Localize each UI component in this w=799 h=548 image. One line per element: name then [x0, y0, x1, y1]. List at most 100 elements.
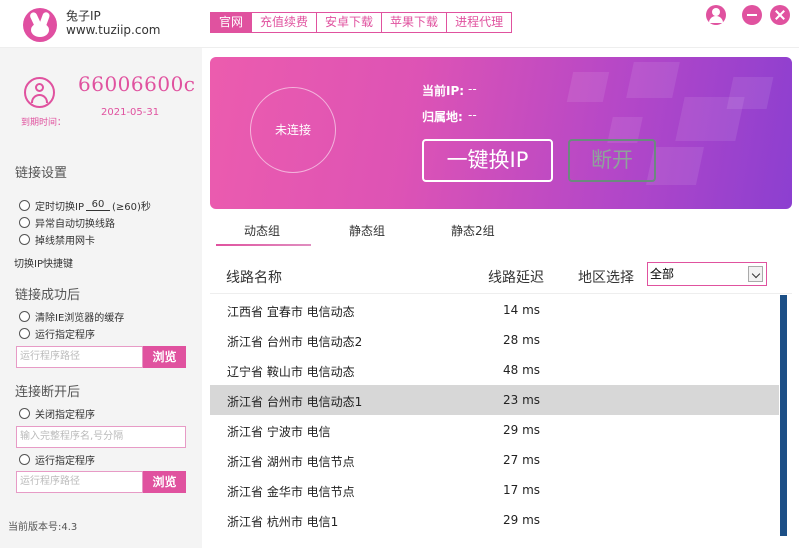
location-value: --	[468, 108, 477, 122]
table-row[interactable]: 浙江省 宁波市 电信 29 ms	[210, 415, 780, 445]
user-icon[interactable]	[706, 5, 726, 25]
line-latency: 17 ms	[503, 483, 541, 497]
col-line-name: 线路名称	[226, 270, 282, 286]
table-row[interactable]: 浙江省 湖州市 电信节点 27 ms	[210, 445, 780, 475]
line-name: 浙江省 杭州市 电信1	[227, 515, 339, 529]
run-program-radio[interactable]	[19, 327, 30, 339]
line-name: 浙江省 湖州市 电信节点	[227, 455, 355, 469]
table-row[interactable]: 浙江省 台州市 电信动态2 28 ms	[210, 325, 780, 355]
timed-switch-option[interactable]: 定时切换IP 60 (≥60)秒	[19, 198, 151, 213]
line-latency: 29 ms	[503, 513, 541, 527]
program-path-row: 运行程序路径 浏览	[16, 346, 186, 368]
line-name: 浙江省 金华市 电信节点	[227, 485, 355, 499]
run-program-label: 运行指定程序	[35, 329, 95, 341]
avatar-icon	[24, 77, 55, 108]
auto-switch-label: 异常自动切换线路	[35, 218, 115, 230]
rabbit-logo-icon	[23, 8, 57, 42]
table-row[interactable]: 辽宁省 鞍山市 电信动态 48 ms	[210, 355, 780, 385]
browse-button[interactable]: 浏览	[143, 346, 186, 368]
minimize-icon[interactable]	[742, 5, 762, 25]
line-latency: 27 ms	[503, 453, 541, 467]
nav-android-download[interactable]: 安卓下载	[316, 13, 381, 32]
switch-ip-button[interactable]: 一键换IP	[422, 139, 553, 182]
disable-nic-option[interactable]: 掉线禁用网卡	[19, 232, 95, 247]
line-latency: 14 ms	[503, 303, 541, 317]
run-program-option[interactable]: 运行指定程序	[19, 326, 95, 341]
nav-official-site[interactable]: 官网	[211, 13, 252, 32]
timed-switch-radio[interactable]	[19, 199, 30, 211]
clear-ie-cache-radio[interactable]	[19, 310, 30, 322]
disable-nic-label: 掉线禁用网卡	[35, 235, 95, 247]
program-path-input[interactable]: 运行程序路径	[16, 346, 143, 368]
region-select[interactable]: 全部	[647, 262, 767, 286]
expire-label: 到期时间：	[21, 118, 67, 128]
run-program2-label: 运行指定程序	[35, 455, 95, 467]
sidebar: 到期时间： 66006600c 2021-05-31 链接设置 定时切换IP 6…	[0, 48, 202, 548]
current-ip-label: 当前IP:	[422, 84, 465, 98]
region-select-value: 全部	[650, 267, 675, 281]
line-rows: 江西省 宜春市 电信动态 14 ms 浙江省 台州市 电信动态2 28 ms 辽宁省 鞍…	[210, 295, 780, 535]
group-tabs: 动态组 静态组 静态2组	[210, 220, 792, 248]
auto-switch-radio[interactable]	[19, 216, 30, 228]
line-latency: 48 ms	[503, 363, 541, 377]
line-latency: 28 ms	[503, 333, 541, 347]
close-program-option[interactable]: 关闭指定程序	[19, 406, 95, 421]
timed-switch-seconds-input[interactable]: 60	[85, 199, 110, 211]
close-icon[interactable]	[770, 5, 790, 25]
run-program2-radio[interactable]	[19, 453, 30, 465]
timed-switch-label: 定时切换IP	[35, 201, 84, 213]
table-row[interactable]: 浙江省 杭州市 电信1 29 ms	[210, 505, 780, 535]
program-path2-row: 运行程序路径 浏览	[16, 471, 186, 493]
clear-ie-cache-label: 清除IE浏览器的缓存	[35, 312, 125, 324]
list-scrollbar-thumb[interactable]	[780, 295, 787, 536]
current-ip-value: --	[468, 82, 477, 96]
top-nav: 官网 充值续费 安卓下载 苹果下载 进程代理	[210, 12, 513, 33]
line-name: 浙江省 台州市 电信动态2	[227, 335, 363, 349]
disconnect-button[interactable]: 断开	[568, 139, 656, 182]
connection-status-ring: 未连接	[250, 87, 336, 173]
tab-dynamic-group[interactable]: 动态组	[244, 222, 280, 239]
line-latency: 23 ms	[503, 393, 541, 407]
app-name: 兔子IP	[66, 9, 101, 23]
nav-recharge[interactable]: 充值续费	[251, 13, 316, 32]
connection-status: 未连接	[274, 123, 311, 137]
browse2-button[interactable]: 浏览	[143, 471, 186, 493]
app-url: www.tuziip.com	[66, 23, 161, 37]
line-list: 线路名称 线路延迟 地区选择 全部 江西省 宜春市 电信动态 14 ms 浙江省 台…	[210, 256, 792, 541]
close-program-label: 关闭指定程序	[35, 409, 95, 421]
timed-switch-suffix: (≥60)秒	[111, 201, 151, 213]
disable-nic-radio[interactable]	[19, 233, 30, 245]
line-latency: 29 ms	[503, 423, 541, 437]
location-label: 归属地:	[422, 110, 463, 124]
hotkey-setting[interactable]: 切换IP快捷键	[14, 255, 73, 270]
on-success-title: 链接成功后	[15, 288, 81, 303]
tab-static-group[interactable]: 静态组	[349, 222, 385, 239]
line-name: 辽宁省 鞍山市 电信动态	[227, 365, 355, 379]
active-tab-indicator	[216, 244, 311, 246]
link-settings-title: 链接设置	[15, 166, 68, 181]
username: 66006600c	[78, 72, 196, 96]
table-row[interactable]: 浙江省 金华市 电信节点 17 ms	[210, 475, 780, 505]
version-text: 当前版本号:4.3	[8, 522, 78, 533]
clear-ie-cache-option[interactable]: 清除IE浏览器的缓存	[19, 309, 125, 324]
line-name: 浙江省 台州市 电信动态1	[227, 395, 363, 409]
line-name: 浙江省 宁波市 电信	[227, 425, 331, 439]
region-label: 地区选择	[578, 270, 634, 286]
tab-static2-group[interactable]: 静态2组	[451, 222, 495, 239]
close-program-radio[interactable]	[19, 407, 30, 419]
on-disconnect-title: 连接断开后	[15, 385, 81, 400]
col-line-latency: 线路延迟	[488, 270, 544, 286]
list-header: 线路名称 线路延迟 地区选择 全部	[210, 256, 792, 294]
nav-process-proxy[interactable]: 进程代理	[446, 13, 511, 32]
table-row[interactable]: 江西省 宜春市 电信动态 14 ms	[210, 295, 780, 325]
run-program2-option[interactable]: 运行指定程序	[19, 452, 95, 467]
line-name: 江西省 宜春市 电信动态	[227, 305, 355, 319]
program-path2-input[interactable]: 运行程序路径	[16, 471, 143, 493]
nav-ios-download[interactable]: 苹果下载	[381, 13, 446, 32]
table-row[interactable]: 浙江省 台州市 电信动态1 23 ms	[210, 385, 780, 415]
chevron-down-icon[interactable]	[748, 266, 763, 282]
auto-switch-option[interactable]: 异常自动切换线路	[19, 215, 115, 230]
close-program-input[interactable]: 输入完整程序名,号分隔	[16, 426, 186, 448]
title-bar: 兔子IP www.tuziip.com 官网 充值续费 安卓下载 苹果下载 进程…	[0, 0, 799, 48]
expire-date: 2021-05-31	[101, 107, 160, 118]
